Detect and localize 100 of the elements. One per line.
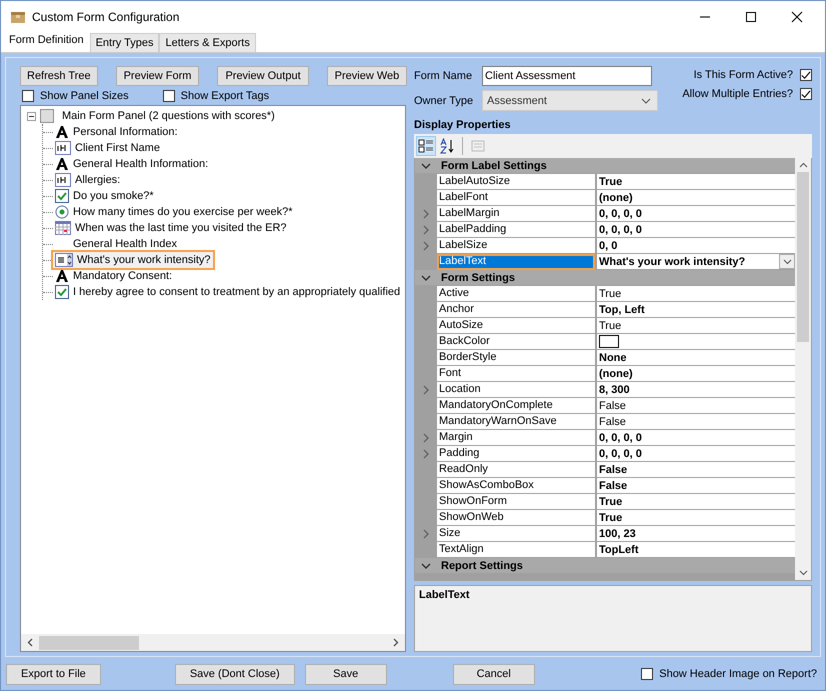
dropdown-button[interactable] bbox=[779, 254, 795, 269]
property-value: 0, 0, 0, 0 bbox=[599, 432, 643, 444]
footer-button[interactable]: Save bbox=[304, 664, 387, 684]
tree-item[interactable]: Mandatory Consent: bbox=[53, 268, 174, 284]
collapse-icon[interactable] bbox=[421, 560, 431, 570]
checkbox-label: Show Header Image on Report? bbox=[659, 668, 817, 680]
dropdown[interactable]: Assessment bbox=[482, 90, 658, 111]
property-value: True bbox=[599, 288, 622, 300]
tree-item[interactable]: I hereby agree to consent to treatment by an appropriately qualified bbox=[53, 284, 402, 300]
tree-item[interactable]: General Health Information: bbox=[53, 156, 210, 172]
property-name[interactable]: BorderStyle bbox=[437, 350, 595, 366]
tree-item[interactable]: When was the last time you visited the ER? bbox=[53, 220, 289, 236]
property-name[interactable]: LabelAutoSize bbox=[437, 174, 595, 190]
property-value: True bbox=[599, 496, 624, 508]
property-name[interactable]: LabelFont bbox=[437, 190, 595, 206]
property-value: (none) bbox=[599, 368, 634, 380]
property-name[interactable]: Anchor bbox=[437, 302, 595, 318]
maximize-icon[interactable] bbox=[745, 10, 757, 22]
category-header[interactable]: Form Settings bbox=[437, 272, 515, 284]
property-name[interactable]: TextAlign bbox=[437, 542, 595, 558]
property-value: False bbox=[599, 416, 627, 428]
scroll-right-icon[interactable] bbox=[393, 638, 399, 647]
tree-item[interactable]: Main Form Panel (2 questions with scores*) bbox=[62, 110, 275, 122]
property-name[interactable]: LabelMargin bbox=[437, 206, 595, 222]
property-value: (none) bbox=[599, 192, 634, 204]
input-field[interactable]: Client Assessment bbox=[482, 66, 652, 86]
scroll-down-icon[interactable] bbox=[798, 570, 808, 576]
property-name[interactable]: BackColor bbox=[437, 334, 595, 350]
field-label: Form Name bbox=[414, 70, 474, 82]
panel-icon bbox=[40, 109, 54, 123]
tree-item[interactable]: What's your work intensity? bbox=[53, 252, 213, 268]
collapse-icon[interactable] bbox=[421, 160, 431, 170]
checkbox[interactable] bbox=[800, 88, 812, 100]
property-name[interactable]: MandatoryWarnOnSave bbox=[437, 414, 595, 430]
property-value: None bbox=[599, 352, 628, 364]
category-header[interactable]: Report Settings bbox=[437, 560, 523, 572]
checkbox-icon bbox=[55, 285, 69, 299]
property-name[interactable]: LabelPadding bbox=[437, 222, 595, 238]
property-name[interactable]: MandatoryOnComplete bbox=[437, 398, 595, 414]
property-name[interactable]: Font bbox=[437, 366, 595, 382]
textbox-icon bbox=[55, 173, 71, 187]
scroll-left-icon[interactable] bbox=[27, 638, 33, 647]
description-title: LabelText bbox=[419, 589, 470, 601]
property-name[interactable]: LabelSize bbox=[437, 238, 595, 254]
tree-item[interactable]: How many times do you exercise per week?* bbox=[53, 204, 294, 220]
property-value: What's your work intensity? bbox=[599, 256, 746, 268]
checkbox[interactable] bbox=[641, 668, 654, 680]
checkbox-label: Show Export Tags bbox=[180, 90, 270, 102]
checkbox[interactable] bbox=[800, 69, 812, 81]
tree-item[interactable]: General Health Index bbox=[53, 236, 179, 252]
property-name[interactable]: Margin bbox=[437, 430, 595, 446]
checkbox[interactable] bbox=[162, 90, 175, 102]
property-value: 0, 0 bbox=[599, 240, 618, 252]
chevron-down-icon bbox=[782, 258, 792, 264]
toolbar-button[interactable]: Preview Output bbox=[217, 66, 309, 86]
tree-item[interactable]: Do you smoke?* bbox=[53, 188, 156, 204]
footer-button[interactable]: Cancel bbox=[452, 664, 535, 684]
tab[interactable]: Letters & Exports bbox=[159, 33, 256, 52]
property-name[interactable]: ShowOnForm bbox=[437, 494, 595, 510]
window-title: Custom Form Configuration bbox=[32, 10, 180, 24]
property-value: 0, 0, 0, 0 bbox=[599, 448, 643, 460]
toolbar-button[interactable]: Preview Web bbox=[326, 66, 408, 86]
property-value: Top, Left bbox=[599, 304, 646, 316]
section-title: Display Properties bbox=[414, 119, 512, 131]
horizontal-scrollbar[interactable] bbox=[21, 634, 405, 651]
textbox-icon bbox=[55, 141, 71, 155]
list-icon bbox=[55, 253, 73, 267]
property-name[interactable]: Location bbox=[437, 382, 595, 398]
property-name[interactable]: Active bbox=[437, 286, 595, 302]
property-value: True bbox=[599, 320, 622, 332]
toolbar-button[interactable]: Refresh Tree bbox=[20, 66, 98, 86]
property-name[interactable]: ReadOnly bbox=[437, 462, 595, 478]
checkbox-icon bbox=[55, 189, 69, 203]
property-name[interactable]: ShowOnWeb bbox=[437, 510, 595, 526]
letter-icon bbox=[55, 125, 69, 139]
property-name[interactable]: Size bbox=[437, 526, 595, 542]
collapse-icon[interactable] bbox=[27, 112, 36, 120]
property-name[interactable]: Padding bbox=[437, 446, 595, 462]
categorized-icon[interactable] bbox=[417, 137, 435, 155]
collapse-icon[interactable] bbox=[421, 272, 431, 282]
property-name[interactable]: LabelText bbox=[437, 254, 595, 270]
tab[interactable]: Entry Types bbox=[90, 33, 160, 52]
scroll-up-icon[interactable] bbox=[798, 162, 808, 168]
tree-item[interactable]: Personal Information: bbox=[53, 124, 180, 140]
property-name[interactable]: ShowAsComboBox bbox=[437, 478, 595, 494]
sort-icon[interactable] bbox=[438, 137, 456, 155]
footer-button[interactable]: Save (Dont Close) bbox=[174, 664, 295, 684]
property-value: 0, 0, 0, 0 bbox=[599, 224, 643, 236]
chevron-down-icon bbox=[641, 98, 651, 104]
checkbox[interactable] bbox=[22, 90, 34, 102]
property-value: 8, 300 bbox=[599, 384, 631, 396]
toolbar-button[interactable]: Preview Form bbox=[116, 66, 200, 86]
property-value: True bbox=[599, 512, 624, 524]
vertical-scrollbar[interactable] bbox=[795, 158, 811, 580]
tree-item[interactable]: Client First Name bbox=[53, 140, 162, 156]
tree-item[interactable]: Allergies: bbox=[53, 172, 122, 188]
footer-button[interactable]: Export to File bbox=[6, 664, 101, 684]
property-name[interactable]: AutoSize bbox=[437, 318, 595, 334]
close-icon[interactable] bbox=[791, 10, 803, 22]
checkbox-label: Is This Form Active? bbox=[694, 69, 793, 81]
